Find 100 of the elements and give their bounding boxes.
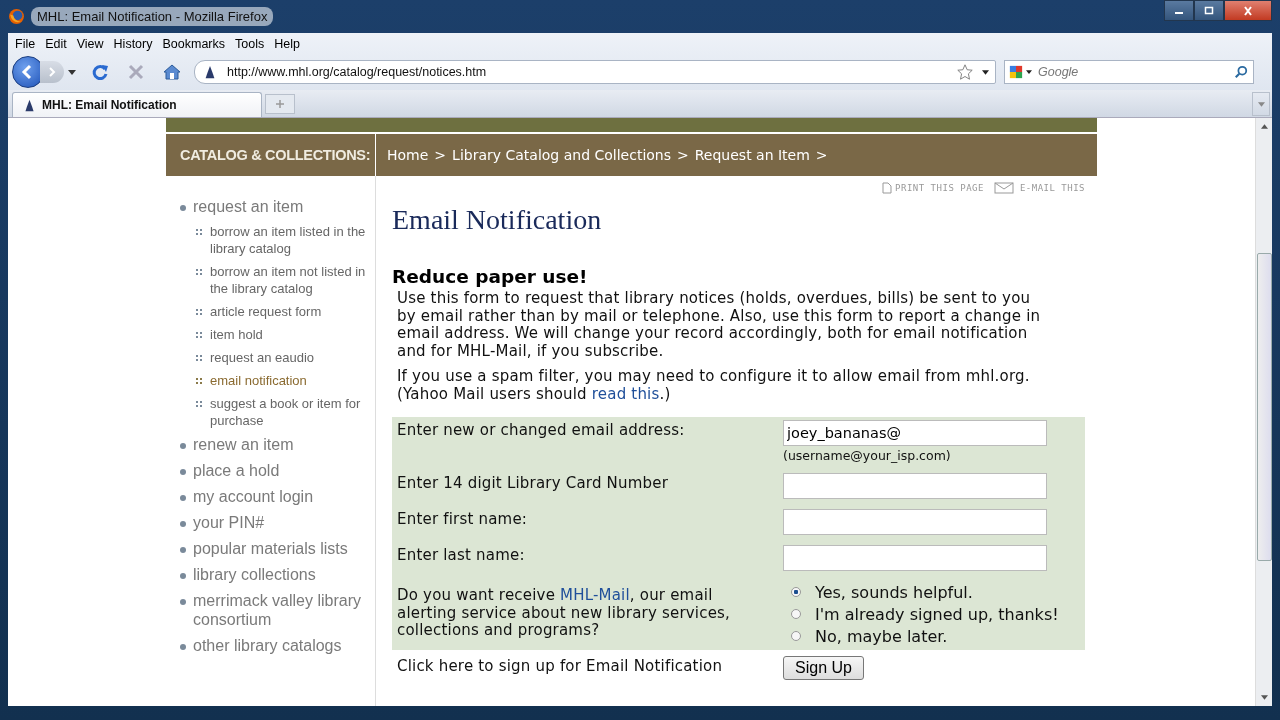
grid-bullet-icon bbox=[196, 269, 202, 275]
sidebar-link[interactable]: article request form bbox=[210, 303, 322, 320]
url-text: http://www.mhl.org/catalog/request/notices.htm bbox=[227, 65, 487, 79]
grid-bullet-icon bbox=[196, 378, 202, 384]
breadcrumb-separator: > bbox=[434, 147, 447, 163]
sidebar-link[interactable]: other library catalogs bbox=[193, 636, 342, 655]
text-field[interactable]: joey_bananas@ bbox=[783, 420, 1047, 446]
tab-list-button[interactable] bbox=[1252, 92, 1270, 116]
site-icon bbox=[23, 98, 36, 112]
sidebar-link[interactable]: request an eaudio bbox=[210, 349, 315, 366]
sidebar-link[interactable]: borrow an item listed in the library catalog bbox=[210, 223, 370, 257]
radio-button[interactable] bbox=[791, 587, 801, 597]
sidebar-link[interactable]: borrow an item not listed in the library catalog bbox=[210, 263, 370, 297]
text-field[interactable] bbox=[783, 545, 1047, 571]
search-engine-icon[interactable] bbox=[1009, 65, 1023, 79]
sidebar-link[interactable]: suggest a book or item for purchase bbox=[210, 395, 370, 429]
paragraph: Use this form to request that library notices (holds, overdues, bills) be sent to you by email rather than by mail or telephone. Also, use this form to report a change in email address. We will change your record accordingly, both for email notification and for MHL-Mail, if you subscribe. bbox=[397, 290, 1042, 360]
sidebar-link[interactable]: item hold bbox=[210, 326, 263, 343]
site-icon bbox=[203, 65, 217, 79]
bullet-icon bbox=[180, 469, 186, 475]
breadcrumb-link[interactable]: Request an Item bbox=[694, 147, 810, 163]
browser-tab[interactable]: MHL: Email Notification bbox=[12, 92, 262, 117]
radio-label: I'm already signed up, thanks! bbox=[815, 604, 1059, 624]
field-hint: (username@your_isp.com) bbox=[783, 448, 952, 463]
bullet-icon bbox=[180, 547, 186, 553]
dropdown-icon[interactable] bbox=[1026, 70, 1032, 74]
bullet-icon bbox=[180, 521, 186, 527]
radio-label: Yes, sounds helpful. bbox=[815, 582, 973, 602]
text-field[interactable] bbox=[783, 509, 1047, 535]
close-icon bbox=[1242, 5, 1254, 16]
dropdown-icon bbox=[1257, 101, 1265, 107]
bullet-icon bbox=[180, 443, 186, 449]
sidebar-link[interactable]: place a hold bbox=[193, 461, 280, 480]
grid-bullet-icon bbox=[196, 401, 202, 407]
breadcrumb-link[interactable]: Library Catalog and Collections bbox=[452, 147, 672, 163]
grid-bullet-icon bbox=[196, 229, 202, 235]
star-icon[interactable] bbox=[956, 63, 974, 81]
minimize-button[interactable] bbox=[1164, 0, 1194, 21]
grid-bullet-icon bbox=[196, 309, 202, 315]
menu-item[interactable]: Bookmarks bbox=[157, 36, 230, 51]
search-field[interactable]: Google bbox=[1004, 60, 1254, 84]
page-heading: Email Notification bbox=[392, 204, 603, 236]
menu-item[interactable]: View bbox=[71, 36, 109, 51]
sign-up-button[interactable]: Sign Up bbox=[783, 656, 864, 680]
scroll-up-icon[interactable] bbox=[1260, 124, 1268, 129]
grid-bullet-icon bbox=[196, 332, 202, 338]
menu-item[interactable]: File bbox=[10, 36, 41, 51]
field-label: Enter new or changed email address: bbox=[397, 420, 686, 441]
minimize-icon bbox=[1175, 12, 1183, 14]
bullet-icon bbox=[180, 495, 186, 501]
radio-label: No, maybe later. bbox=[815, 626, 948, 646]
dropdown-icon[interactable] bbox=[982, 69, 989, 75]
radio-button[interactable] bbox=[791, 609, 801, 619]
window-title: MHL: Email Notification - Mozilla Firefox bbox=[31, 7, 274, 26]
sidebar-link[interactable]: popular materials lists bbox=[193, 539, 348, 558]
close-button[interactable] bbox=[1224, 0, 1272, 21]
address-bar[interactable]: http://www.mhl.org/catalog/request/notices.htm bbox=[194, 60, 996, 84]
sidebar-link[interactable]: merrimack valley library consortium bbox=[193, 591, 371, 629]
maximize-icon bbox=[1203, 5, 1215, 16]
menu-item[interactable]: Edit bbox=[40, 36, 72, 51]
sidebar-link[interactable]: library collections bbox=[193, 565, 316, 584]
scroll-down-icon[interactable] bbox=[1260, 695, 1268, 700]
envelope-icon bbox=[993, 182, 1014, 194]
grid-bullet-icon bbox=[196, 355, 202, 361]
bullet-icon bbox=[180, 573, 186, 579]
sidebar-link[interactable]: request an item bbox=[193, 197, 304, 216]
field-label: Enter last name: bbox=[397, 545, 526, 566]
menu-item[interactable]: History bbox=[108, 36, 158, 51]
menu-item[interactable]: Help bbox=[269, 36, 305, 51]
field-label: Do you want receive MHL-Mail, our email alerting service about new library services, collections and programs? bbox=[397, 585, 732, 641]
bullet-icon bbox=[180, 599, 186, 605]
scroll-thumb[interactable] bbox=[1256, 253, 1272, 561]
sidebar-link[interactable]: renew an item bbox=[193, 435, 294, 454]
radio-button[interactable] bbox=[791, 631, 801, 641]
field-label: Enter first name: bbox=[397, 509, 529, 530]
sidebar-link[interactable]: your PIN# bbox=[193, 513, 265, 532]
reload-icon[interactable] bbox=[90, 62, 110, 82]
inline-link[interactable]: read this bbox=[591, 384, 660, 403]
section-label: CATALOG & COLLECTIONS: bbox=[166, 134, 376, 176]
breadcrumb-separator: > bbox=[677, 147, 689, 163]
sidebar-link[interactable]: my account login bbox=[193, 487, 314, 506]
paragraph: If you use a spam filter, you may need to configure it to allow email from mhl.org. (Yahoo Mail users should read this.) bbox=[397, 368, 1031, 403]
vertical-scrollbar[interactable] bbox=[1255, 118, 1272, 706]
bullet-icon bbox=[180, 644, 186, 650]
breadcrumb-link[interactable]: Home bbox=[387, 147, 429, 163]
page-icon bbox=[882, 182, 893, 194]
inline-link[interactable]: MHL-Mail bbox=[560, 586, 630, 604]
home-icon[interactable] bbox=[162, 62, 182, 82]
menu-item[interactable]: Tools bbox=[230, 36, 270, 51]
field-label: Click here to sign up for Email Notification bbox=[397, 656, 724, 677]
bullet-icon bbox=[180, 205, 186, 211]
breadcrumb-separator: > bbox=[815, 147, 828, 163]
section-heading: Reduce paper use! bbox=[392, 266, 589, 287]
search-icon[interactable] bbox=[1234, 65, 1248, 79]
field-label: Enter 14 digit Library Card Number bbox=[397, 473, 670, 494]
maximize-button[interactable] bbox=[1194, 0, 1224, 21]
sidebar-link[interactable]: email notification bbox=[210, 372, 307, 389]
history-dropdown-icon[interactable] bbox=[68, 69, 76, 75]
plus-icon bbox=[275, 99, 285, 109]
text-field[interactable] bbox=[783, 473, 1047, 499]
